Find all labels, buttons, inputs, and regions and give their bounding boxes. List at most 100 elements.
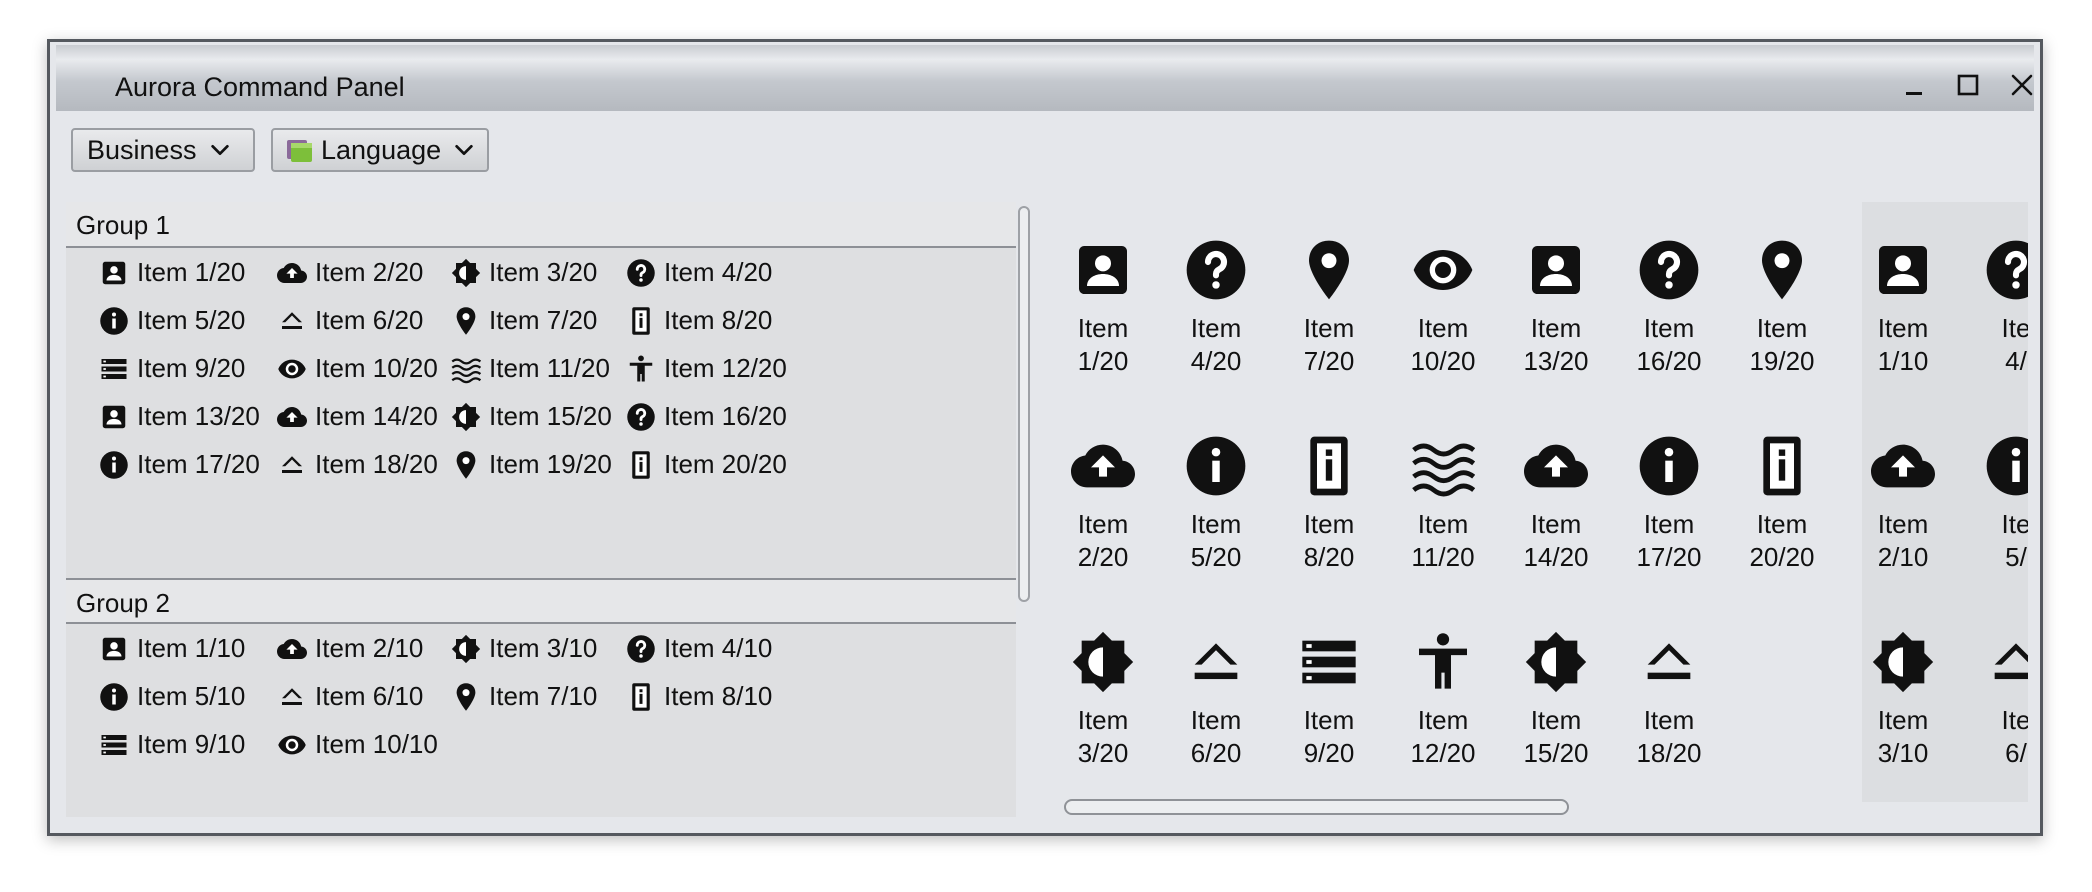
list-item[interactable]: Item 11/20 [451,353,610,384]
group-header-1[interactable]: Group 1 [66,202,1016,248]
minimize-button[interactable] [1894,65,1934,105]
list-item[interactable]: Item 13/20 [99,401,260,432]
business-dropdown[interactable]: Business [71,128,255,172]
icon-tile[interactable]: Item 17/20 [1613,434,1725,574]
cloud-upload-icon [1524,434,1588,498]
list-item[interactable]: Item 5/20 [99,305,245,336]
tile-label: Item [1190,705,1242,735]
vertical-scrollbar[interactable] [1018,206,1030,602]
list-item[interactable]: Item 3/10 [451,633,597,664]
list-item[interactable]: Item 2/10 [277,633,423,664]
list-item[interactable]: Item 8/10 [626,681,772,712]
list-item[interactable]: Item 16/20 [626,401,787,432]
list-item[interactable]: Item 12/20 [626,353,787,384]
cloud-upload-icon [277,258,307,288]
icon-tile[interactable]: Item 6/20 [1160,630,1272,770]
tile-label: 10/20 [1410,346,1476,376]
icon-tile[interactable]: Item 14/20 [1500,434,1612,574]
tile-label: 19/20 [1749,346,1815,376]
icon-tile[interactable]: Ite 5/ [1960,434,2028,574]
list-item-label: Item 19/20 [489,449,612,479]
list-item-label: Item 15/20 [489,401,612,431]
list-item[interactable]: Item 4/10 [626,633,772,664]
icon-tile[interactable]: Ite 6/ [1960,630,2028,770]
info-circle-icon [1984,434,2028,498]
list-item[interactable]: Item 18/20 [277,449,438,480]
eye-icon [277,730,307,760]
waves-icon [1411,434,1475,498]
close-button[interactable] [2002,65,2040,105]
icon-tile[interactable]: Ite 4/ [1960,238,2028,378]
icon-tile[interactable]: Item 7/20 [1273,238,1385,378]
maximize-icon [1957,74,1979,96]
tile-label: Ite [2001,313,2028,343]
icon-tile[interactable]: Item 9/20 [1273,630,1385,770]
tile-label: 8/20 [1303,542,1355,572]
contact-card-icon [99,258,129,288]
list-item[interactable]: Item 14/20 [277,401,438,432]
list-item[interactable]: Item 10/10 [277,729,438,760]
list-item[interactable]: Item 2/20 [277,257,423,288]
icon-tile[interactable]: Item 15/20 [1500,630,1612,770]
info-device-icon [626,306,656,336]
list-item-label: Item 8/20 [664,305,773,335]
list-item[interactable]: Item 1/20 [99,257,245,288]
tile-label: 13/20 [1523,346,1589,376]
icon-tile[interactable]: Item 1/20 [1047,238,1159,378]
list-item[interactable]: Item 1/10 [99,633,245,664]
horizontal-scrollbar[interactable] [1064,799,1569,815]
icon-tile[interactable]: Item 1/10 [1847,238,1959,378]
icon-tile[interactable]: Item 11/20 [1387,434,1499,574]
list-item[interactable]: Item 20/20 [626,449,787,480]
group-header-2[interactable]: Group 2 [66,578,1016,624]
icon-tile[interactable]: Item 2/10 [1847,434,1959,574]
location-pin-icon [1750,238,1814,302]
icon-tile[interactable]: Item 16/20 [1613,238,1725,378]
icon-tile[interactable]: Item 8/20 [1273,434,1385,574]
eject-icon [277,306,307,336]
icon-tile[interactable]: Item 10/20 [1387,238,1499,378]
list-item[interactable]: Item 9/10 [99,729,245,760]
maximize-button[interactable] [1948,65,1988,105]
contact-card-icon [1871,238,1935,302]
icon-tile[interactable]: Item 13/20 [1500,238,1612,378]
list-item[interactable]: Item 7/20 [451,305,597,336]
info-device-icon [626,450,656,480]
list-item[interactable]: Item 4/20 [626,257,772,288]
location-pin-icon [1297,238,1361,302]
list-item[interactable]: Item 17/20 [99,449,260,480]
tile-label: Item [1417,313,1469,343]
list-item[interactable]: Item 15/20 [451,401,612,432]
icon-tile[interactable]: Item 12/20 [1387,630,1499,770]
list-item-label: Item 13/20 [137,401,260,431]
list-item[interactable]: Item 8/20 [626,305,772,336]
icon-tile[interactable]: Item 20/20 [1726,434,1838,574]
icon-tile[interactable]: Item 3/10 [1847,630,1959,770]
icon-tile[interactable]: Item 18/20 [1613,630,1725,770]
list-item[interactable]: Item 19/20 [451,449,612,480]
list-item[interactable]: Item 3/20 [451,257,597,288]
info-circle-icon [99,682,129,712]
list-item[interactable]: Item 6/10 [277,681,423,712]
list-item[interactable]: Item 10/20 [277,353,438,384]
tile-label: 15/20 [1523,738,1589,768]
icon-tile[interactable]: Item 5/20 [1160,434,1272,574]
tile-label: 2/20 [1077,542,1129,572]
icon-tile[interactable]: Item 4/20 [1160,238,1272,378]
list-item[interactable]: Item 9/20 [99,353,245,384]
list-item-label: Item 16/20 [664,401,787,431]
list-item[interactable]: Item 7/10 [451,681,597,712]
tile-label: Item [1077,313,1129,343]
eye-icon [1411,238,1475,302]
language-dropdown[interactable]: Language [271,128,489,172]
info-circle-icon [1184,434,1248,498]
eject-icon [277,682,307,712]
icon-tile[interactable]: Item 19/20 [1726,238,1838,378]
storage-list-icon [99,354,129,384]
icon-tile[interactable]: Item 2/20 [1047,434,1159,574]
chevron-down-icon [453,139,475,161]
help-circle-icon [626,634,656,664]
list-item[interactable]: Item 5/10 [99,681,245,712]
list-item[interactable]: Item 6/20 [277,305,423,336]
icon-tile[interactable]: Item 3/20 [1047,630,1159,770]
